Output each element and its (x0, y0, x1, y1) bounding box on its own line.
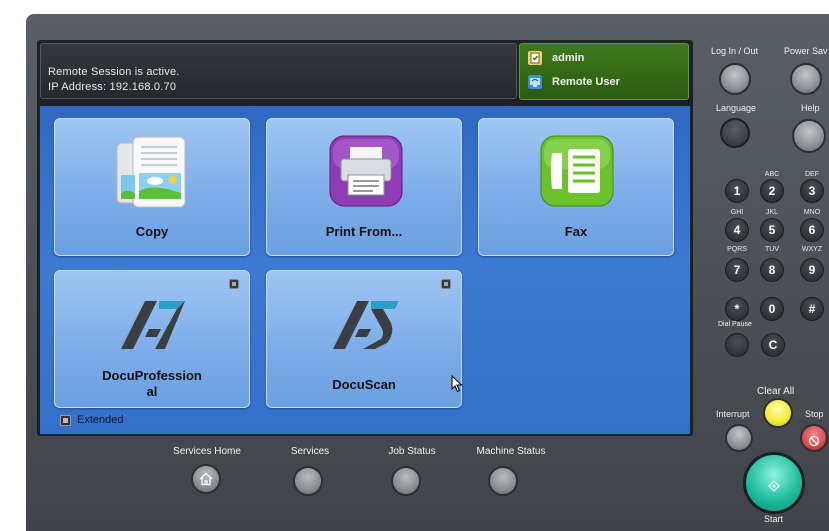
copy-tile[interactable]: Copy (54, 118, 250, 256)
user-name: admin (552, 52, 585, 64)
job-status-button[interactable] (391, 466, 421, 496)
key-8-letters: TUV (765, 246, 779, 253)
key-7[interactable]: 7 (725, 258, 749, 282)
docuscan-label: DocuScan (332, 377, 396, 392)
dial-pause-label: Dial Pause (718, 321, 752, 328)
session-status-text: Remote Session is active. (48, 66, 180, 78)
services-home-button[interactable] (191, 464, 221, 494)
help-button[interactable] (792, 119, 826, 153)
fax-tile[interactable]: Fax (478, 118, 674, 256)
key-9[interactable]: 9 (800, 258, 824, 282)
key-3[interactable]: 3 (800, 179, 824, 203)
key-2-letters: ABC (764, 171, 780, 178)
start-icon (768, 477, 780, 496)
language-label: Language (716, 103, 757, 113)
copy-label: Copy (135, 224, 169, 239)
home-icon (199, 471, 213, 490)
docuscan-tile[interactable]: DocuScan (266, 270, 463, 408)
key-3-letters: DEF (805, 171, 819, 178)
language-button[interactable] (720, 118, 750, 148)
mouse-cursor-icon (451, 374, 463, 397)
clear-all-label: Clear All (757, 386, 795, 397)
key-hash[interactable]: # (800, 297, 824, 321)
interrupt-label: Interrupt (716, 409, 750, 419)
key-5-letters: JKL (765, 209, 779, 216)
services-button[interactable] (293, 466, 323, 496)
key-4-letters: GHI (730, 209, 744, 216)
docuprofessional-tile[interactable]: DocuProfession al (54, 270, 250, 408)
stop-button[interactable] (800, 424, 828, 452)
extended-label: Extended (77, 414, 124, 426)
start-button[interactable] (743, 452, 805, 514)
docuprofessional-label-line1: DocuProfession (102, 368, 202, 383)
printer-icon (329, 135, 403, 211)
clear-all-button[interactable] (763, 398, 793, 428)
clear-key[interactable]: C (761, 333, 785, 357)
user-type: Remote User (552, 76, 620, 88)
services-home-label: Services Home (173, 446, 241, 457)
log-in-out-button[interactable] (719, 63, 751, 95)
fax-label: Fax (564, 224, 588, 239)
key-1[interactable]: 1 (725, 179, 749, 203)
session-status-bar: Remote Session is active. IP Address: 19… (40, 43, 517, 99)
start-label: Start (764, 514, 784, 524)
docuscan-logo-icon (331, 299, 401, 355)
user-info-button[interactable]: admin Remote User (519, 43, 689, 100)
clipboard-icon (528, 51, 542, 65)
stop-icon (808, 432, 820, 451)
print-from-tile[interactable]: Print From... (266, 118, 462, 256)
docuprofessional-logo-icon (119, 299, 187, 355)
key-8[interactable]: 8 (760, 258, 784, 282)
help-label: Help (801, 103, 820, 113)
power-save-button[interactable] (790, 63, 822, 95)
print-from-label: Print From... (325, 224, 403, 239)
key-6-letters: MNO (803, 209, 821, 216)
extended-icon (60, 414, 71, 426)
copy-icon (115, 133, 191, 215)
extended-indicator: Extended (60, 414, 123, 426)
machine-status-label: Machine Status (476, 446, 546, 457)
interrupt-button[interactable] (725, 424, 753, 452)
key-9-letters: WXYZ (801, 246, 823, 253)
docuprofessional-label-line2: al (146, 384, 158, 399)
key-5[interactable]: 5 (760, 218, 784, 242)
remote-user-icon (528, 75, 542, 89)
key-2[interactable]: 2 (760, 179, 784, 203)
key-7-letters: PQRS (727, 246, 747, 253)
services-label: Services (290, 446, 330, 457)
key-6[interactable]: 6 (800, 218, 824, 242)
ip-address-text: IP Address: 192.168.0.70 (48, 81, 177, 93)
key-4[interactable]: 4 (725, 218, 749, 242)
machine-status-button[interactable] (488, 466, 518, 496)
dial-pause-button[interactable] (725, 333, 749, 357)
job-status-label: Job Status (388, 446, 436, 457)
stop-label: Stop (805, 409, 824, 419)
fax-icon (540, 135, 614, 211)
key-star[interactable]: * (725, 297, 749, 321)
key-0[interactable]: 0 (760, 297, 784, 321)
log-in-out-label: Log In / Out (711, 46, 759, 56)
app-badge-icon (229, 279, 239, 289)
power-save-label: Power Sav (784, 46, 828, 56)
app-badge-icon (441, 279, 451, 289)
